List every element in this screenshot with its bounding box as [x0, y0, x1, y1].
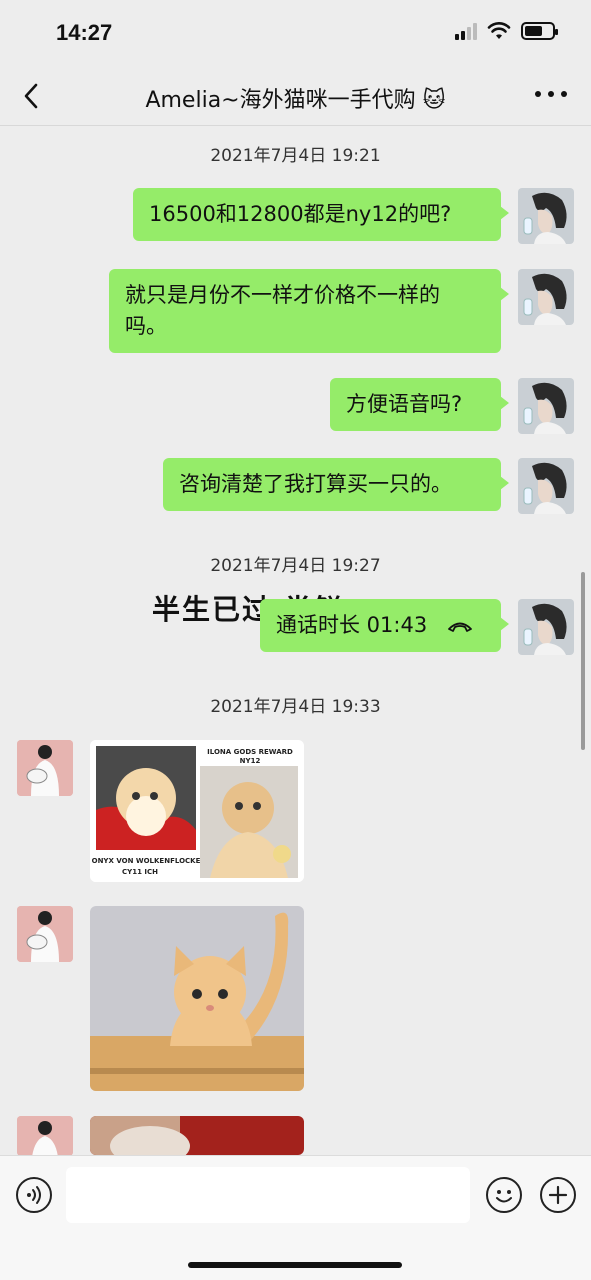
input-bar — [0, 1155, 591, 1280]
image-caption: ILONA GODS REWARD — [207, 748, 293, 756]
avatar[interactable] — [17, 906, 73, 962]
message-bubble[interactable]: 就只是月份不一样才价格不一样的 吗。 — [109, 269, 509, 353]
timestamp: 2021年7月4日 19:27 — [210, 556, 381, 576]
message-bubble[interactable]: 16500和12800都是ny12的吧? — [133, 188, 509, 241]
image-message[interactable] — [90, 1116, 304, 1155]
avatar[interactable] — [518, 269, 574, 325]
message-bubble[interactable]: 方便语音吗? — [330, 378, 509, 431]
avatar[interactable] — [17, 1116, 73, 1156]
call-duration: 通话时长 01:43 — [276, 613, 428, 637]
voice-icon[interactable] — [16, 1177, 52, 1213]
message-bubble[interactable]: 咨询清楚了我打算买一只的。 — [163, 458, 509, 511]
home-indicator[interactable] — [188, 1262, 402, 1268]
image-message[interactable]: ONYX VON WOLKENFLOCKE CY11 ICH ILONA GOD… — [90, 740, 304, 882]
partial-photo — [90, 1116, 304, 1155]
call-record-bubble[interactable]: 通话时长 01:43 — [260, 599, 509, 652]
avatar-image — [518, 269, 574, 325]
signal-icon — [455, 22, 477, 40]
timestamp: 2021年7月4日 19:21 — [210, 146, 381, 166]
message-line: 吗。 — [125, 314, 167, 338]
image-caption: ONYX VON WOLKENFLOCKE — [92, 857, 201, 865]
image-message[interactable] — [90, 906, 304, 1091]
status-time: 14:27 — [56, 20, 113, 45]
avatar[interactable] — [17, 740, 73, 796]
avatar[interactable] — [518, 458, 574, 514]
avatar[interactable] — [518, 378, 574, 434]
chat-title: Amelia~海外猫咪一手代购 🐱 — [145, 88, 446, 113]
wifi-icon — [487, 22, 511, 39]
image-caption: CY11 ICH — [122, 868, 158, 876]
avatar-image — [17, 1116, 73, 1156]
cat-comparison-image: ONYX VON WOLKENFLOCKE CY11 ICH ILONA GOD… — [90, 740, 304, 882]
avatar-image — [17, 740, 73, 796]
avatar-image — [17, 906, 73, 962]
emoji-icon[interactable] — [486, 1177, 522, 1213]
status-icons — [455, 22, 558, 40]
image-caption: NY12 — [240, 757, 261, 765]
avatar-image — [518, 458, 574, 514]
status-bar: 14:27 — [0, 0, 591, 66]
avatar-image — [518, 188, 574, 244]
message-input[interactable] — [66, 1167, 470, 1223]
phone-icon — [448, 622, 473, 632]
avatar[interactable] — [518, 188, 574, 244]
message-line: 就只是月份不一样才价格不一样的 — [125, 283, 440, 307]
avatar[interactable] — [518, 599, 574, 655]
scrollbar[interactable] — [581, 572, 585, 750]
avatar-image — [518, 378, 574, 434]
kitten-photo — [90, 906, 304, 1091]
plus-icon[interactable] — [540, 1177, 576, 1213]
avatar-image — [518, 599, 574, 655]
battery-icon — [521, 22, 558, 40]
chat-header: Amelia~海外猫咪一手代购 🐱 — [0, 66, 591, 126]
timestamp: 2021年7月4日 19:33 — [210, 697, 381, 717]
more-icon[interactable] — [535, 80, 567, 108]
